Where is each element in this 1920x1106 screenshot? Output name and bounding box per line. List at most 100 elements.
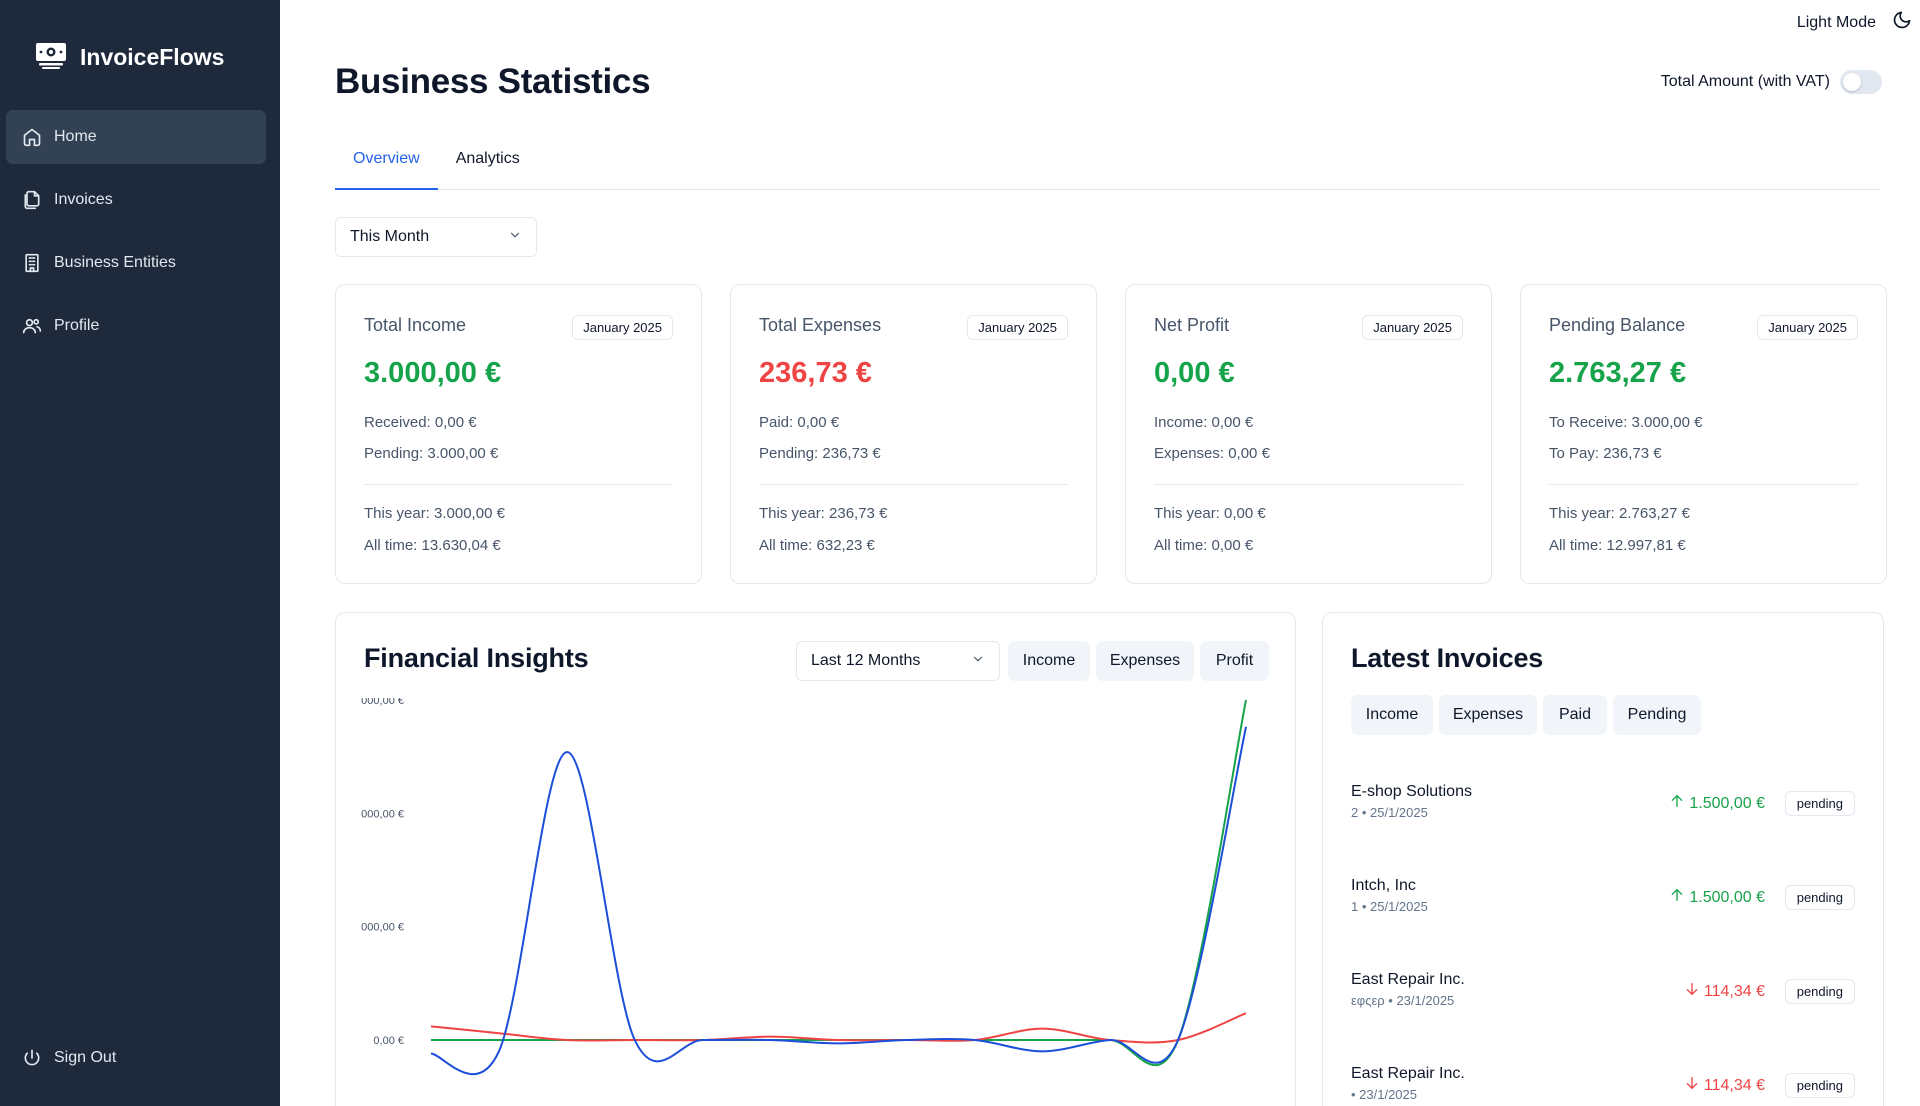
card-detail: Paid: 0,00 €: [759, 414, 840, 431]
card-detail: This year: 2.763,27 €: [1549, 505, 1690, 522]
sidebar-item-label: Invoices: [54, 191, 113, 208]
latest-invoices-panel: Latest Invoices Income Expenses Paid Pen…: [1322, 612, 1884, 1106]
power-icon: [22, 1048, 42, 1068]
invoice-row[interactable]: E-shop Solutions 2 • 25/1/2025 1.500,00 …: [1351, 783, 1855, 833]
stat-card-net-profit: Net Profit January 2025 0,00 € Income: 0…: [1125, 284, 1492, 584]
card-value: 236,73 €: [759, 357, 872, 389]
arrow-up-icon: [1669, 793, 1685, 814]
tab-analytics[interactable]: Analytics: [438, 136, 538, 190]
money-icon: [34, 40, 68, 75]
period-badge: January 2025: [1362, 315, 1463, 340]
card-detail: This year: 0,00 €: [1154, 505, 1266, 522]
tab-overview[interactable]: Overview: [335, 136, 438, 190]
home-icon: [22, 127, 42, 147]
sidebar: InvoiceFlows Home Invoices Business Enti…: [0, 0, 280, 1106]
divider: [1154, 484, 1463, 485]
invoice-row[interactable]: East Repair Inc. εφςερ • 23/1/2025 114,3…: [1351, 971, 1855, 1021]
arrow-down-icon: [1684, 1075, 1700, 1096]
card-title: Net Profit: [1154, 315, 1230, 335]
filter-pending-button[interactable]: Pending: [1613, 695, 1701, 735]
page-title: Business Statistics: [335, 62, 651, 101]
invoice-amount: 1.500,00 €: [1669, 887, 1765, 908]
arrow-up-icon: [1669, 887, 1685, 908]
vat-switch[interactable]: [1840, 70, 1882, 94]
card-detail: This year: 3.000,00 €: [364, 505, 505, 522]
filter-income-button[interactable]: Income: [1351, 695, 1433, 735]
arrow-down-icon: [1684, 981, 1700, 1002]
theme-toggle[interactable]: Light Mode: [1797, 10, 1912, 35]
theme-label: Light Mode: [1796, 13, 1876, 31]
period-badge: January 2025: [1757, 315, 1858, 340]
card-title: Total Income: [364, 315, 467, 335]
filter-profit-button[interactable]: Profit: [1200, 641, 1269, 681]
period-badge: January 2025: [967, 315, 1068, 340]
vat-label: Total Amount (with VAT): [1660, 73, 1830, 90]
invoice-meta: 1 • 25/1/2025: [1351, 899, 1428, 914]
panel-title: Latest Invoices: [1351, 643, 1544, 673]
invoice-amount: 114,34 €: [1684, 981, 1765, 1002]
card-detail: Pending: 3.000,00 €: [364, 445, 499, 462]
card-detail: Expenses: 0,00 €: [1154, 445, 1270, 462]
sidebar-item-invoices[interactable]: Invoices: [6, 173, 266, 227]
stat-card-total-expenses: Total Expenses January 2025 236,73 € Pai…: [730, 284, 1097, 584]
period-select[interactable]: This Month: [335, 217, 537, 257]
invoice-row[interactable]: East Repair Inc. • 23/1/2025 114,34 € pe…: [1351, 1065, 1855, 1106]
chevron-down-icon: [971, 652, 985, 671]
users-icon: [22, 316, 42, 336]
card-detail: All time: 632,23 €: [759, 537, 875, 554]
card-value: 3.000,00 €: [364, 357, 502, 389]
amount-value: 1.500,00 €: [1689, 888, 1765, 906]
status-badge: pending: [1784, 979, 1855, 1004]
card-value: 0,00 €: [1154, 357, 1235, 389]
series-line-0: [430, 699, 1247, 1067]
financial-insights-panel: Financial Insights Last 12 Months Income…: [335, 612, 1296, 1106]
files-icon: [22, 190, 42, 210]
tab-bar: Overview Analytics: [335, 136, 1880, 190]
sign-out-label: Sign Out: [54, 1049, 117, 1066]
stat-card-pending-balance: Pending Balance January 2025 2.763,27 € …: [1520, 284, 1887, 584]
sidebar-item-label: Profile: [54, 317, 100, 334]
series-line-1: [430, 1012, 1247, 1044]
status-badge: pending: [1784, 885, 1855, 910]
amount-value: 114,34 €: [1703, 982, 1765, 1000]
sign-out-button[interactable]: Sign Out: [22, 1048, 116, 1068]
invoice-meta: 2 • 25/1/2025: [1351, 805, 1428, 820]
range-select-value: Last 12 Months: [811, 652, 921, 669]
sidebar-item-business-entities[interactable]: Business Entities: [6, 236, 266, 290]
card-detail: Income: 0,00 €: [1154, 414, 1254, 431]
stat-card-total-income: Total Income January 2025 3.000,00 € Rec…: [335, 284, 702, 584]
card-detail: To Receive: 3.000,00 €: [1549, 414, 1703, 431]
amount-value: 114,34 €: [1703, 1076, 1765, 1094]
chevron-down-icon: [508, 228, 522, 247]
filter-paid-button[interactable]: Paid: [1543, 695, 1607, 735]
filter-expenses-button[interactable]: Expenses: [1439, 695, 1537, 735]
invoice-row[interactable]: Intch, Inc 1 • 25/1/2025 1.500,00 € pend…: [1351, 877, 1855, 927]
building-icon: [22, 253, 42, 273]
y-tick-label: 000,00 €: [361, 808, 404, 820]
invoice-entity: East Repair Inc.: [1351, 971, 1465, 988]
invoice-meta: • 23/1/2025: [1351, 1087, 1417, 1102]
sidebar-item-label: Home: [54, 128, 97, 145]
sidebar-item-profile[interactable]: Profile: [6, 299, 266, 353]
card-detail: This year: 236,73 €: [759, 505, 888, 522]
card-value: 2.763,27 €: [1549, 357, 1687, 389]
invoice-amount: 1.500,00 €: [1669, 793, 1765, 814]
brand[interactable]: InvoiceFlows: [34, 40, 224, 75]
card-detail: All time: 0,00 €: [1154, 537, 1254, 554]
sidebar-item-label: Business Entities: [54, 254, 176, 271]
moon-icon: [1892, 10, 1912, 35]
divider: [364, 484, 673, 485]
series-line-2: [430, 726, 1247, 1076]
status-badge: pending: [1784, 791, 1855, 816]
panel-title: Financial Insights: [364, 643, 589, 673]
y-tick-label: 000,00 €: [361, 922, 404, 934]
sidebar-item-home[interactable]: Home: [6, 110, 266, 164]
filter-income-button[interactable]: Income: [1008, 641, 1090, 681]
app-name: InvoiceFlows: [80, 44, 225, 70]
range-select[interactable]: Last 12 Months: [796, 641, 1000, 681]
divider: [759, 484, 1068, 485]
divider: [1549, 484, 1858, 485]
y-tick-label: 000,00 €: [361, 698, 404, 707]
filter-expenses-button[interactable]: Expenses: [1096, 641, 1194, 681]
card-detail: Received: 0,00 €: [364, 414, 477, 431]
